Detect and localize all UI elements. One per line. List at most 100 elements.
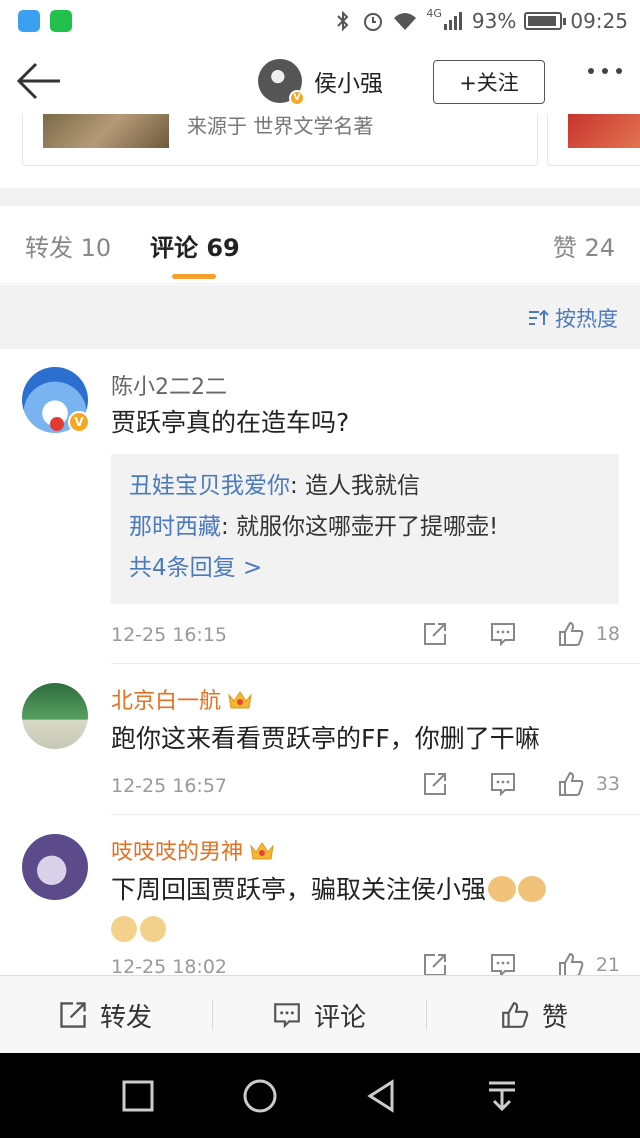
- reply-author[interactable]: 那时西藏: [129, 514, 221, 540]
- active-tab-indicator: [172, 274, 216, 279]
- comment-author: 吱吱吱的男神: [111, 840, 244, 865]
- crown-icon: [250, 842, 274, 860]
- bow-icon: [50, 417, 64, 431]
- battery-percent: 93%: [471, 9, 517, 33]
- tab-comment[interactable]: 评论 69: [150, 228, 240, 263]
- sort-button[interactable]: 按热度: [527, 303, 618, 333]
- preview-card-2[interactable]: [547, 114, 640, 166]
- comment-text: 下周回国贾跃亭，骗取关注侯小强: [111, 870, 611, 950]
- comment-item: V 陈小2二2二 贾跃亭真的在造车吗? 丑娃宝贝我爱你: 造人我就信 那时西藏:…: [0, 349, 640, 664]
- status-bar: 4G 93% 09:25: [0, 0, 640, 42]
- like-count: 18: [595, 623, 620, 645]
- reply-text: : 造人我就信: [290, 473, 421, 499]
- repost-label: 转发: [100, 1002, 153, 1033]
- reply-author[interactable]: 丑娃宝贝我爱你: [129, 473, 290, 499]
- comment-icon[interactable]: [486, 769, 520, 799]
- signal-icon: [443, 12, 462, 30]
- wechat-icon: [50, 10, 72, 32]
- separator: [426, 1000, 427, 1030]
- comment-time: 12-25 18:02: [111, 956, 228, 975]
- comment-author-vip[interactable]: 北京白一航: [111, 683, 253, 715]
- comment-actions: 18: [384, 619, 620, 649]
- clock: 09:25: [570, 9, 628, 33]
- like-icon[interactable]: [554, 769, 588, 799]
- comment-text: 贾跃亭真的在造车吗?: [111, 408, 350, 437]
- bottom-action-bar: 转发 评论 赞: [0, 975, 640, 1053]
- alarm-icon: [364, 13, 383, 31]
- section-divider: [0, 188, 640, 206]
- wifi-icon: [394, 13, 417, 30]
- back-arrow-icon[interactable]: [14, 60, 64, 102]
- nav-user-name: 侯小强: [314, 71, 383, 97]
- comment-icon[interactable]: [486, 619, 520, 649]
- comment-author[interactable]: 陈小2二2二: [111, 369, 227, 401]
- comment-label: 评论: [314, 1002, 367, 1033]
- comment-actions: 21: [384, 950, 620, 975]
- more-options-icon[interactable]: [588, 68, 622, 74]
- preview-thumbnail-2: [568, 114, 640, 148]
- cat-emoji-icon: [518, 876, 547, 902]
- more-replies-link[interactable]: 共4条回复 >: [129, 548, 601, 589]
- nav-user[interactable]: V 侯小强: [258, 57, 383, 106]
- cat-emoji-icon: [488, 876, 517, 902]
- tab-likes[interactable]: 赞 24: [553, 228, 615, 263]
- repost-icon: [60, 1002, 86, 1028]
- comment-icon[interactable]: [486, 950, 520, 975]
- message-app-icon: [18, 10, 40, 32]
- like-label: 赞: [542, 1002, 569, 1033]
- like-button[interactable]: 赞: [500, 976, 568, 1054]
- doge-emoji-icon: [111, 916, 137, 942]
- preview-card-text: 来源于 世界文学名著: [187, 114, 374, 138]
- bluetooth-icon: [337, 10, 349, 32]
- home-icon[interactable]: [239, 1075, 281, 1117]
- reply-text: : 就服你这哪壶开了提哪壶!: [221, 514, 499, 540]
- tab-repost[interactable]: 转发 10: [25, 228, 111, 263]
- divider: [111, 663, 640, 664]
- avatar[interactable]: [22, 834, 88, 900]
- comment-author-vip[interactable]: 吱吱吱的男神: [111, 834, 275, 866]
- like-icon[interactable]: [554, 950, 588, 975]
- doge-emoji-icon: [140, 916, 166, 942]
- back-icon[interactable]: [360, 1075, 402, 1117]
- like-count: 21: [595, 954, 620, 975]
- like-icon: [502, 1002, 529, 1028]
- recent-apps-icon[interactable]: [117, 1075, 159, 1117]
- divider: [111, 814, 640, 815]
- comment-item: 吱吱吱的男神 下周回国贾跃亭，骗取关注侯小强 12-25 18:02 21: [0, 816, 640, 975]
- avatar[interactable]: [22, 683, 88, 749]
- avatar[interactable]: V: [258, 59, 305, 106]
- preview-card[interactable]: 来源于 世界文学名著: [22, 114, 538, 166]
- separator: [212, 1000, 213, 1030]
- comment-text: 跑你这来看看贾跃亭的FF，你删了干嘛: [111, 724, 540, 753]
- comment-item: 北京白一航 跑你这来看看贾跃亭的FF，你删了干嘛 12-25 16:57 33: [0, 665, 640, 815]
- crown-icon: [228, 691, 252, 709]
- comment-actions: 33: [384, 769, 620, 799]
- sort-label: 按热度: [555, 307, 618, 331]
- post-preview: 来源于 世界文学名著: [0, 114, 640, 190]
- like-count: 33: [595, 773, 620, 795]
- like-icon[interactable]: [554, 619, 588, 649]
- reply-item: 那时西藏: 就服你这哪壶开了提哪壶!: [129, 507, 601, 548]
- sort-icon: [529, 309, 549, 325]
- reply-box[interactable]: 丑娃宝贝我爱你: 造人我就信 那时西藏: 就服你这哪壶开了提哪壶! 共4条回复 …: [111, 454, 619, 604]
- system-nav-bar: [0, 1053, 640, 1138]
- network-type: 4G: [426, 6, 442, 20]
- avatar[interactable]: V: [22, 367, 90, 433]
- reply-item: 丑娃宝贝我爱你: 造人我就信: [129, 466, 601, 507]
- repost-icon[interactable]: [418, 769, 452, 799]
- battery-icon: [524, 12, 567, 30]
- sort-bar: 按热度: [0, 285, 640, 349]
- comment-button[interactable]: 评论: [272, 976, 366, 1054]
- comment-time: 12-25 16:15: [111, 624, 228, 646]
- repost-icon[interactable]: [418, 950, 452, 975]
- preview-thumbnail: [43, 114, 169, 148]
- comment-time: 12-25 16:57: [111, 775, 228, 797]
- repost-icon[interactable]: [418, 619, 452, 649]
- comment-text-body: 下周回国贾跃亭，骗取关注侯小强: [111, 875, 487, 904]
- verified-badge-icon: V: [289, 90, 305, 106]
- repost-button[interactable]: 转发: [58, 976, 152, 1054]
- follow-button[interactable]: +关注: [433, 60, 545, 104]
- notification-pull-icon[interactable]: [481, 1075, 523, 1117]
- comment-icon: [274, 1003, 300, 1029]
- verified-badge-icon: V: [68, 411, 90, 433]
